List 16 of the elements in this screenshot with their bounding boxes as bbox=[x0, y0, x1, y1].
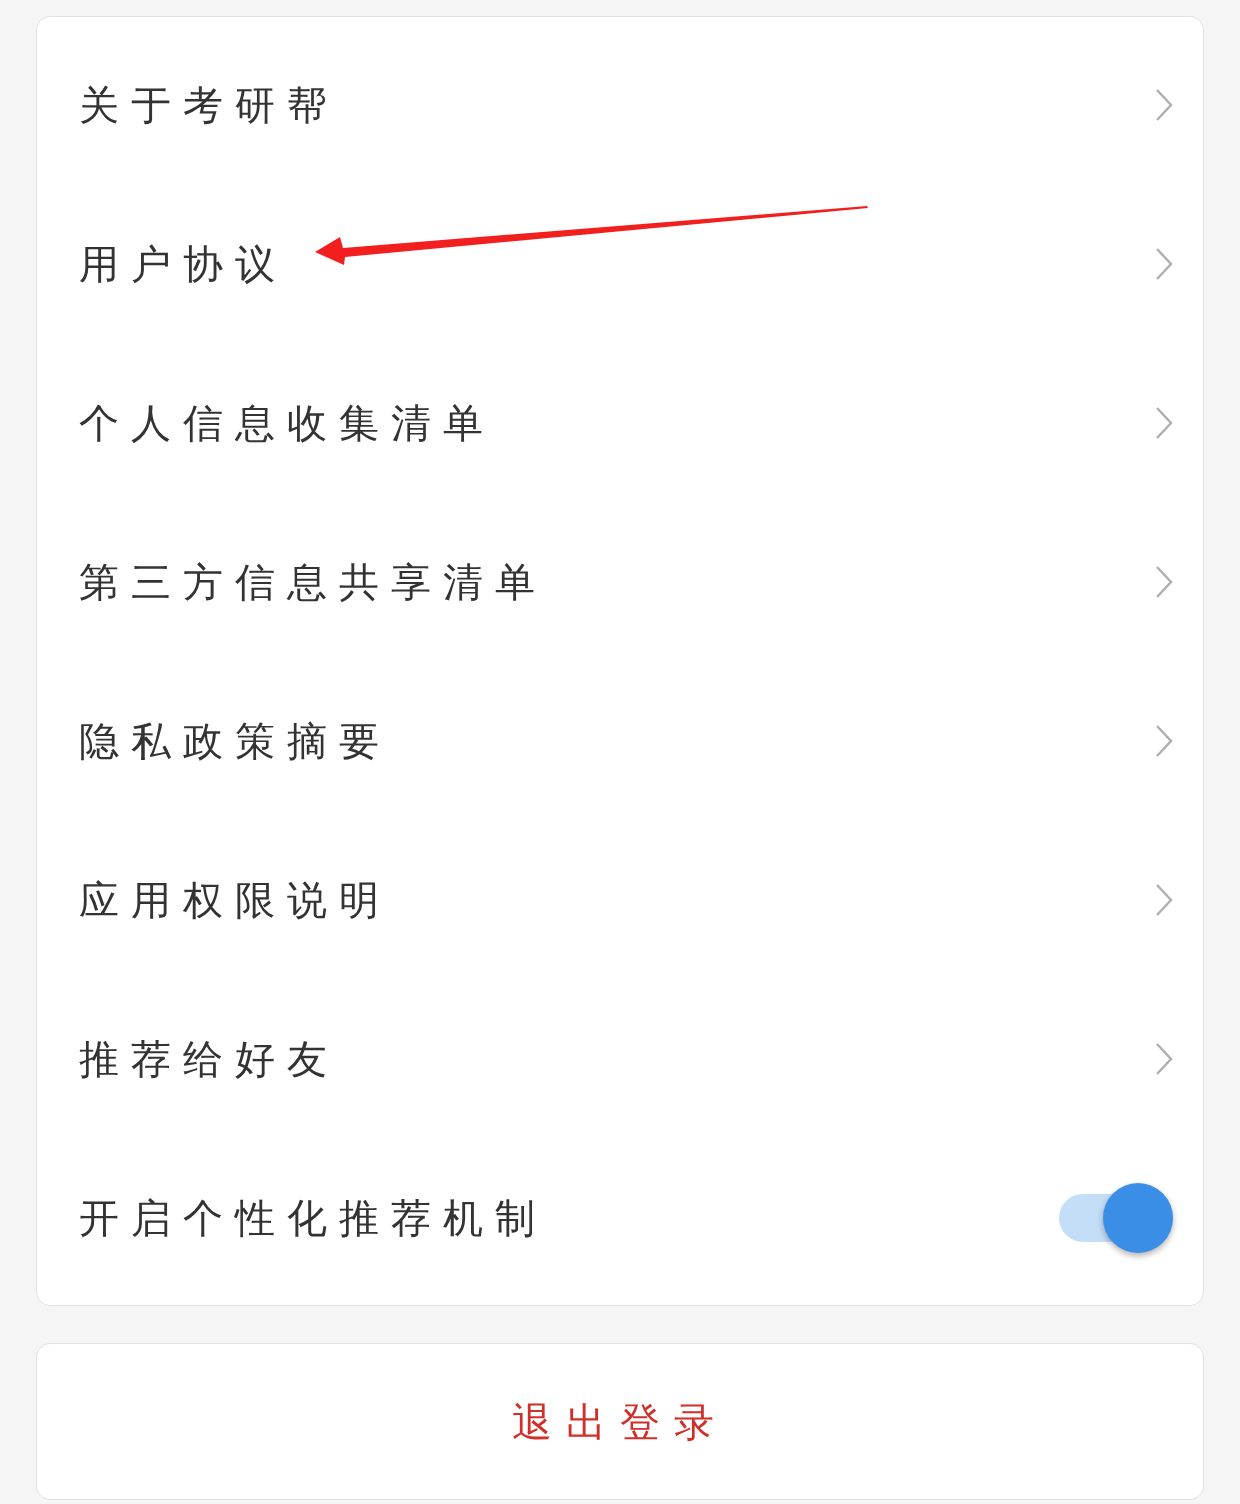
setting-label: 开启个性化推荐机制 bbox=[79, 1193, 547, 1243]
setting-label[interactable]: 第三方信息共享清单 bbox=[79, 551, 547, 612]
chevron-right-icon[interactable] bbox=[1155, 405, 1173, 440]
chevron-right-icon[interactable] bbox=[1155, 1041, 1173, 1076]
chevron-right-icon[interactable] bbox=[1155, 87, 1173, 122]
setting-label[interactable]: 用户协议 bbox=[79, 233, 287, 294]
chevron-right-icon[interactable] bbox=[1155, 723, 1173, 758]
setting-label[interactable]: 推荐给好友 bbox=[79, 1028, 339, 1089]
setting-label[interactable]: 应用权限说明 bbox=[79, 869, 391, 930]
logout-button[interactable]: 退出登录 bbox=[36, 1343, 1204, 1500]
setting-label[interactable]: 隐私政策摘要 bbox=[79, 710, 391, 771]
chevron-right-icon[interactable] bbox=[1155, 246, 1173, 281]
chevron-right-icon[interactable] bbox=[1155, 882, 1173, 917]
chevron-right-icon[interactable] bbox=[1155, 564, 1173, 599]
setting-label[interactable]: 关于考研帮 bbox=[79, 74, 339, 135]
setting-label[interactable]: 个人信息收集清单 bbox=[79, 392, 495, 453]
